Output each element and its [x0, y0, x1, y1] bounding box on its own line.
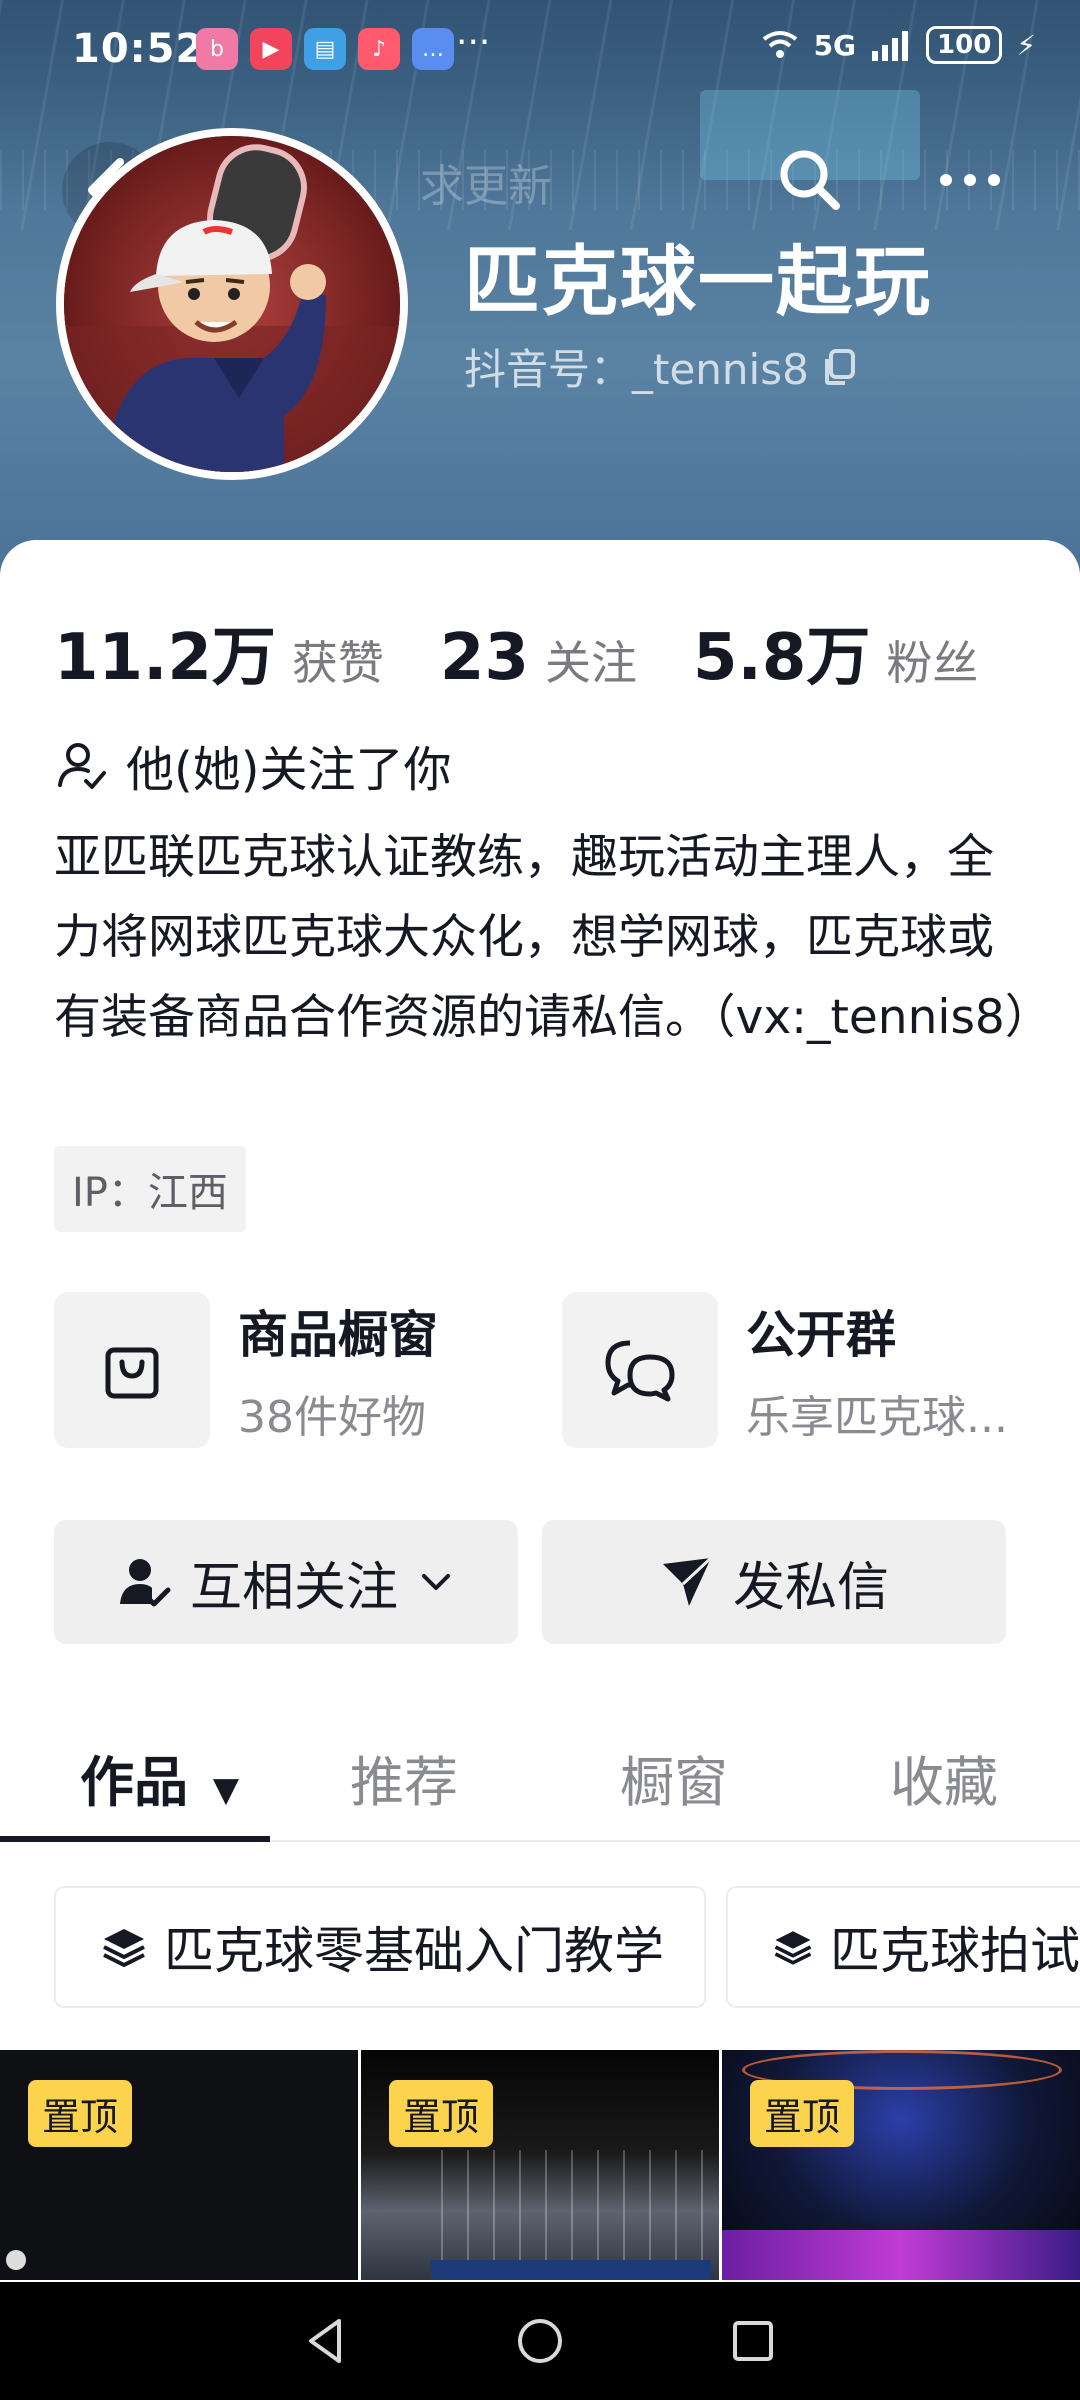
- profile-bio: 亚匹联匹克球认证教练，趣玩活动主理人，全力将网球匹克球大众化，想学网球，匹克球或…: [54, 830, 1052, 1045]
- tab-label: 作品: [80, 1751, 188, 1814]
- tab-works[interactable]: 作品 ▼: [80, 1738, 239, 1817]
- public-group-entry[interactable]: 公开群 乐享匹克球...: [562, 1292, 1042, 1448]
- user-check-icon: [58, 743, 106, 789]
- nav-back-button[interactable]: [299, 2313, 355, 2369]
- tab-favorites[interactable]: 收藏: [890, 1738, 998, 1817]
- message-app-icon: …: [412, 28, 454, 70]
- layers-icon: [103, 1929, 145, 1967]
- stat-followers[interactable]: 5.8万 粉丝: [693, 606, 978, 698]
- music-app-icon: ♪: [358, 28, 400, 70]
- video-grid: 置顶 置顶 置顶: [0, 2050, 1080, 2280]
- pinned-badge: 置顶: [389, 2080, 494, 2147]
- stat-value: 23: [439, 621, 529, 695]
- more-notifications-icon: ···: [456, 22, 491, 63]
- active-tab-indicator: [0, 1836, 270, 1842]
- shop-text: 商品橱窗 38件好物: [238, 1295, 438, 1445]
- shop-title: 商品橱窗: [238, 1306, 438, 1364]
- group-icon-box: [562, 1292, 718, 1448]
- douyin-id: 抖音号：_tennis8: [464, 345, 809, 394]
- stat-following[interactable]: 23 关注: [440, 621, 637, 695]
- mutual-follow-button[interactable]: 互相关注: [54, 1520, 518, 1644]
- tab-showcase[interactable]: 橱窗: [620, 1738, 728, 1817]
- signal-icon: [872, 31, 909, 61]
- network-type: 5G: [813, 28, 857, 62]
- video-thumbnail[interactable]: 置顶: [361, 2050, 719, 2280]
- shop-icon-box: [54, 1292, 210, 1448]
- send-message-button[interactable]: 发私信: [542, 1520, 1006, 1644]
- charging-icon: ⚡: [1016, 28, 1036, 62]
- wifi-icon: [762, 31, 797, 58]
- mutual-follow-label: 互相关注: [189, 1557, 398, 1618]
- video-app-icon: ▶: [250, 28, 292, 70]
- tab-recommend[interactable]: 推荐: [350, 1738, 458, 1817]
- douyin-id-row[interactable]: 抖音号：_tennis8: [464, 336, 859, 397]
- collection-label: 匹克球零基础入门教学: [164, 1922, 664, 1980]
- thumbnail-stage-glow: [722, 2230, 1080, 2280]
- battery-level: 100: [926, 26, 1003, 64]
- group-title: 公开群: [746, 1306, 896, 1364]
- follows-you-text: 他(她)关注了你: [126, 742, 452, 798]
- group-subtitle: 乐享匹克球...: [746, 1392, 1008, 1443]
- nickname: 匹克球一起玩: [464, 237, 932, 326]
- avatar[interactable]: [56, 128, 408, 480]
- more-options-button[interactable]: [930, 150, 1010, 210]
- follows-you-indicator: 他(她)关注了你: [54, 730, 451, 800]
- layers-icon: [774, 1931, 812, 1965]
- stat-value: 11.2万: [54, 621, 276, 695]
- stats-row: 11.2万 获赞 23 关注 5.8万 粉丝: [54, 606, 1034, 698]
- profile-card: 11.2万 获赞 23 关注 5.8万 粉丝 他(她)关注了你 亚匹联匹克球认证…: [0, 540, 1080, 2280]
- notification-icons: b ▶ ▤ ♪ …: [196, 28, 454, 70]
- send-message-label: 发私信: [732, 1557, 889, 1618]
- collection-label: 匹克球拍试: [830, 1922, 1080, 1980]
- ip-location: IP：江西: [54, 1146, 246, 1232]
- collection-chip[interactable]: 匹克球拍试: [726, 1886, 1080, 2008]
- stat-label: 获赞: [291, 636, 384, 690]
- chat-bubbles-icon: [605, 1340, 675, 1402]
- avatar-illustration: [64, 136, 400, 472]
- banner-watermark: 求更新: [420, 161, 552, 212]
- nav-recents-button[interactable]: [725, 2313, 781, 2369]
- copy-icon: [824, 348, 855, 385]
- video-thumbnail[interactable]: 置顶: [0, 2050, 358, 2280]
- book-app-icon: ▤: [304, 28, 346, 70]
- collection-chip[interactable]: 匹克球零基础入门教学: [54, 1886, 706, 2008]
- user-followed-icon: [119, 1559, 171, 1607]
- caret-down-icon: ▼: [212, 1770, 239, 1810]
- video-thumbnail[interactable]: 置顶: [722, 2050, 1080, 2280]
- search-icon: [780, 150, 840, 210]
- thumbnail-stadium-roof: [441, 2150, 711, 2260]
- thumbnail-light: [6, 2250, 26, 2270]
- status-bar: 10:52 b ▶ ▤ ♪ … ··· 5G 100 ⚡: [0, 0, 1080, 100]
- thumbnail-court-banner: [431, 2260, 711, 2280]
- status-time: 10:52: [72, 26, 205, 72]
- chevron-down-icon: [422, 1574, 450, 1590]
- stat-label: 粉丝: [886, 636, 979, 690]
- bilibili-icon: b: [196, 28, 238, 70]
- more-dots-icon: [940, 174, 1000, 186]
- search-button[interactable]: [770, 140, 850, 220]
- shopping-bag-icon: [105, 1347, 159, 1399]
- stat-value: 5.8万: [692, 621, 871, 695]
- nav-home-button[interactable]: [512, 2313, 568, 2369]
- pinned-badge: 置顶: [28, 2080, 133, 2147]
- system-navigation-bar: [0, 2282, 1080, 2400]
- send-icon: [662, 1556, 713, 1606]
- stat-label: 关注: [544, 636, 637, 690]
- status-right: 5G 100 ⚡: [760, 26, 1036, 64]
- shop-window-entry[interactable]: 商品橱窗 38件好物: [54, 1292, 514, 1448]
- shop-subtitle: 38件好物: [238, 1392, 426, 1443]
- content-tabs: 作品 ▼ 推荐 橱窗 收藏: [0, 1730, 1080, 1842]
- pinned-badge: 置顶: [750, 2080, 855, 2147]
- stat-likes[interactable]: 11.2万 获赞: [54, 606, 384, 698]
- group-text: 公开群 乐享匹克球...: [746, 1295, 1008, 1445]
